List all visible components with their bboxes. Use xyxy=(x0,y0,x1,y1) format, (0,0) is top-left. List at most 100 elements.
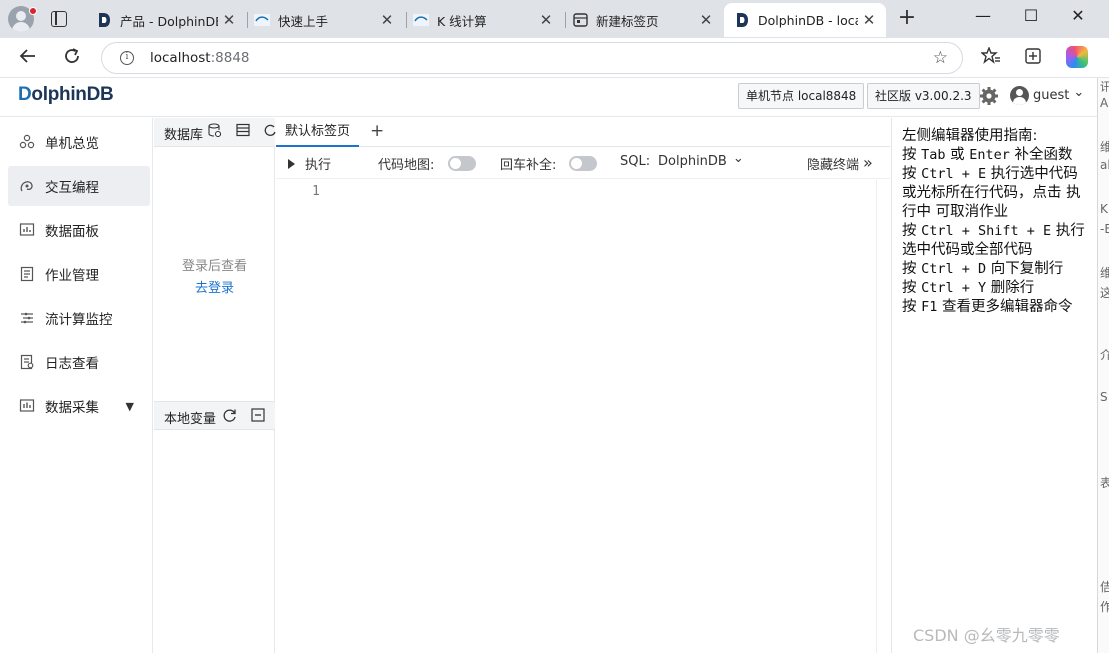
url-text[interactable]: localhost:8848 xyxy=(150,50,250,66)
log-icon xyxy=(18,353,36,371)
close-window-button[interactable]: ✕ xyxy=(1063,6,1093,25)
nav-label: 流计算监控 xyxy=(45,312,113,328)
editor-tab-row: 默认标签页 + xyxy=(276,118,890,147)
refresh-icon[interactable] xyxy=(222,408,237,427)
new-tab-button[interactable]: + xyxy=(896,7,918,29)
browser-tab-quickstart[interactable]: 快速上手 ✕ xyxy=(244,3,404,37)
user-menu[interactable]: guest ⌄ xyxy=(1010,85,1085,105)
code-map-toggle[interactable] xyxy=(448,156,476,171)
nav-item-console[interactable]: 交互编程 xyxy=(8,166,150,206)
close-tab-icon[interactable]: ✕ xyxy=(695,11,717,29)
background-text: al xyxy=(1100,158,1109,172)
address-bar[interactable]: i localhost:8848 ☆ xyxy=(101,42,963,74)
app-header: DolphinDB 单机节点 local8848 社区版 v3.00.2.3 xyxy=(0,78,1097,117)
close-tab-icon[interactable]: ✕ xyxy=(218,11,240,29)
help-line-execute: 按 Ctrl + E 执行选中代码或光标所在行代码，点击 执行中 可取消作业 xyxy=(902,166,1081,220)
table-list-icon[interactable] xyxy=(236,123,250,141)
minimize-button[interactable]: — xyxy=(968,6,998,25)
info-icon[interactable]: i xyxy=(120,51,134,65)
enter-complete-toggle[interactable] xyxy=(569,156,597,171)
add-editor-tab-button[interactable]: + xyxy=(370,121,384,141)
dolphindb-small-icon xyxy=(254,12,270,28)
collapse-icon[interactable] xyxy=(251,408,265,426)
background-text: 表 xyxy=(1100,474,1109,491)
favorites-icon[interactable] xyxy=(980,46,1001,70)
favorite-star-icon[interactable]: ☆ xyxy=(933,48,948,68)
background-text: AI xyxy=(1100,96,1109,110)
run-button[interactable]: 执行 xyxy=(288,154,331,173)
nav-item-stream[interactable]: 流计算监控 xyxy=(8,298,150,338)
dolphindb-small-icon xyxy=(413,12,429,28)
browser-tab-product[interactable]: 产品 - DolphinDB ✕ xyxy=(86,3,246,37)
tab-title: 产品 - DolphinDB xyxy=(120,13,218,29)
tab-title: 新建标签页 xyxy=(596,13,659,29)
background-text: -E xyxy=(1100,222,1109,236)
settings-gear-icon[interactable] xyxy=(979,86,999,111)
reload-icon[interactable] xyxy=(60,47,84,70)
user-avatar-icon xyxy=(1010,86,1029,105)
nav-item-dashboard[interactable]: 数据面板 xyxy=(8,210,150,250)
browser-tab-strip: 产品 - DolphinDB ✕ 快速上手 ✕ K 线计算 ✕ 新建标签页 ✕ … xyxy=(0,0,1109,38)
database-panel: 数据库 登录后查看 去登录 本地变量 xyxy=(154,118,276,653)
console-icon xyxy=(18,177,36,195)
close-tab-icon[interactable]: ✕ xyxy=(376,11,398,29)
maximize-button[interactable]: ☐ xyxy=(1016,6,1046,25)
nav-item-overview[interactable]: 单机总览 xyxy=(8,122,150,162)
cluster-icon xyxy=(18,133,36,151)
job-icon xyxy=(18,265,36,283)
editor-action-bar: 执行 代码地图: 回车补全: SQL: DolphinDB ⌄ 隐藏终端» xyxy=(276,147,890,179)
collections-icon[interactable] xyxy=(1024,47,1042,70)
database-panel-header: 数据库 xyxy=(154,118,276,147)
nav-item-jobs[interactable]: 作业管理 xyxy=(8,254,150,294)
back-arrow-icon[interactable] xyxy=(16,47,40,70)
nav-label: 数据采集 xyxy=(45,400,99,416)
code-map-label: 代码地图: xyxy=(378,158,435,173)
close-tab-icon[interactable]: ✕ xyxy=(858,11,880,29)
sql-label: SQL: xyxy=(620,154,651,169)
collect-icon xyxy=(18,397,36,415)
background-window-edge: 讯 AI 维 al K -E 维 这 介 S 表 佶 作 xyxy=(1097,78,1109,653)
code-editor: 默认标签页 + 执行 代码地图: 回车补全: SQL: DolphinDB ⌄ 隐… xyxy=(276,118,890,653)
chevron-down-icon: ⌄ xyxy=(1073,85,1085,100)
enter-complete-label: 回车补全: xyxy=(500,158,557,173)
nav-item-logs[interactable]: 日志查看 xyxy=(8,342,150,382)
left-nav: 单机总览 交互编程 数据面板 作业管理 流计算监控 日志查看 数据采集 ▼ xyxy=(0,118,153,653)
background-text: K xyxy=(1100,202,1108,216)
local-variables-title: 本地变量 xyxy=(164,412,217,427)
sql-dialect-select[interactable]: DolphinDB ⌄ xyxy=(658,151,744,169)
hide-terminal-button[interactable]: 隐藏终端» xyxy=(807,153,873,173)
nav-label: 单机总览 xyxy=(45,136,99,152)
dolphindb-logo[interactable]: DolphinDB xyxy=(18,84,114,106)
copilot-icon[interactable] xyxy=(1066,46,1088,68)
browser-tab-dolphindb-active[interactable]: DolphinDB - local8 ✕ xyxy=(724,3,886,37)
tab-title: DolphinDB - local8 xyxy=(758,12,858,28)
background-text: 介 xyxy=(1100,346,1109,363)
nav-item-collect[interactable]: 数据采集 ▼ xyxy=(8,386,150,426)
editor-scroll-track[interactable] xyxy=(876,180,877,653)
login-link[interactable]: 去登录 xyxy=(154,277,275,296)
help-line-delete: 按 Ctrl + Y 删除行 xyxy=(902,280,1035,296)
browser-tab-newtab[interactable]: 新建标签页 ✕ xyxy=(562,3,723,37)
edition-button[interactable]: 社区版 v3.00.2.3 xyxy=(867,83,980,109)
play-icon xyxy=(288,158,295,169)
line-number: 1 xyxy=(312,184,320,199)
editor-tab-default[interactable]: 默认标签页 xyxy=(276,118,360,147)
database-add-icon[interactable] xyxy=(208,123,222,141)
database-title: 数据库 xyxy=(164,128,204,143)
tab-actions-icon[interactable] xyxy=(51,11,67,27)
chevron-down-icon[interactable]: ▼ xyxy=(126,400,134,413)
browser-tab-kline[interactable]: K 线计算 ✕ xyxy=(403,3,563,37)
node-info-button[interactable]: 单机节点 local8848 xyxy=(738,83,865,109)
dashboard-icon xyxy=(18,221,36,239)
close-tab-icon[interactable]: ✕ xyxy=(535,11,557,29)
help-line-duplicate: 按 Ctrl + D 向下复制行 xyxy=(902,261,1064,277)
newtab-icon xyxy=(572,12,588,28)
notification-dot xyxy=(29,7,37,15)
username: guest xyxy=(1033,88,1070,103)
refresh-icon[interactable] xyxy=(264,123,276,141)
background-text: 维 xyxy=(1100,138,1109,155)
background-text: 佶 xyxy=(1100,578,1109,595)
nav-label: 日志查看 xyxy=(45,356,99,372)
run-label: 执行 xyxy=(305,158,332,173)
background-text: S xyxy=(1100,390,1108,404)
